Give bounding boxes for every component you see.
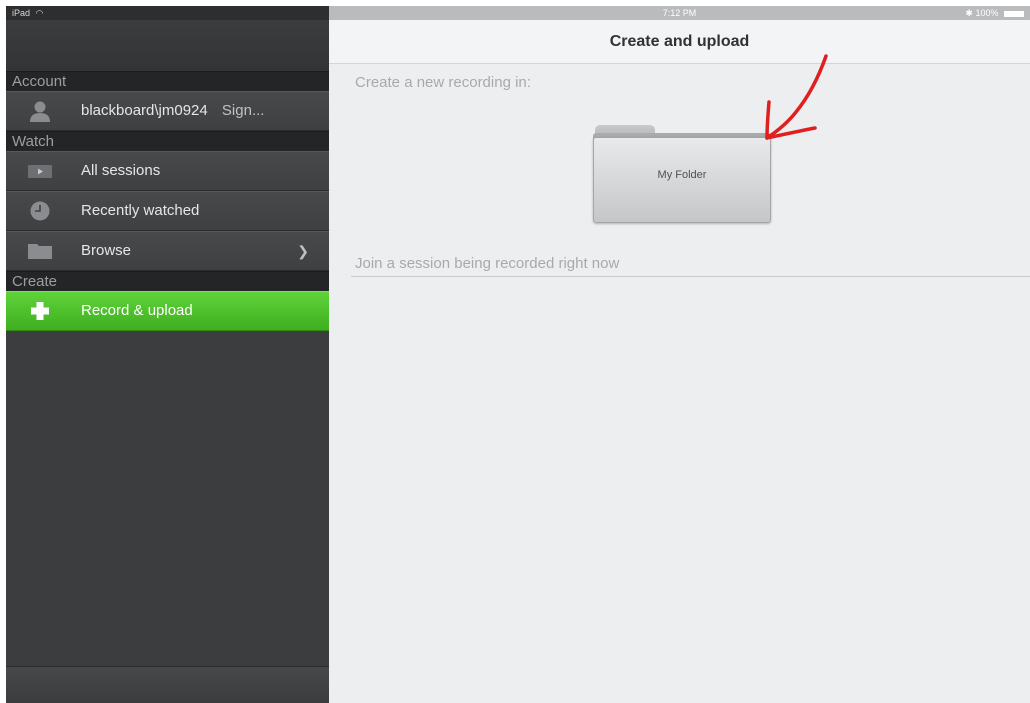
sidebar-status-bar: iPad ◠ bbox=[6, 6, 329, 20]
folder-icon bbox=[28, 244, 52, 259]
clock-icon bbox=[30, 201, 50, 221]
sidebar: iPad ◠ Account blackboard\jm0924 Sign...… bbox=[6, 6, 329, 703]
sidebar-bottom-bar bbox=[6, 666, 329, 703]
plus-icon bbox=[31, 302, 49, 320]
account-row[interactable]: blackboard\jm0924 Sign... bbox=[6, 91, 329, 131]
nav-bar: Create and upload bbox=[329, 20, 1030, 64]
sidebar-item-label: Recently watched bbox=[81, 202, 200, 219]
status-bar: 7:12 PM ✱ 100% bbox=[329, 6, 1030, 20]
sidebar-item-record-upload[interactable]: Record & upload bbox=[6, 291, 329, 331]
folder-label: My Folder bbox=[657, 169, 707, 181]
sidebar-item-all-sessions[interactable]: All sessions bbox=[6, 151, 329, 191]
wifi-icon: ◠ bbox=[35, 8, 44, 18]
my-folder-button[interactable]: My Folder bbox=[593, 125, 771, 223]
sidebar-item-label: All sessions bbox=[81, 162, 161, 179]
sidebar-item-browse[interactable]: Browse ❯ bbox=[6, 231, 329, 271]
page-title: Create and upload bbox=[609, 33, 750, 50]
sidebar-top-bar bbox=[6, 20, 329, 71]
sidebar-item-recently-watched[interactable]: Recently watched bbox=[6, 191, 329, 231]
chevron-right-icon: ❯ bbox=[297, 243, 309, 259]
battery-percent: 100% bbox=[975, 8, 999, 18]
section-header-account: Account bbox=[6, 71, 329, 91]
join-session-link[interactable]: Join a session being recorded right now bbox=[355, 255, 619, 272]
bluetooth-icon: ✱ bbox=[965, 8, 973, 18]
section-header-create: Create bbox=[6, 271, 329, 291]
battery-status: ✱ 100% bbox=[965, 6, 1024, 20]
user-icon bbox=[30, 101, 50, 122]
divider bbox=[351, 276, 1030, 277]
sidebar-item-label: Record & upload bbox=[81, 302, 193, 319]
new-recording-label: Create a new recording in: bbox=[355, 74, 531, 91]
section-header-watch: Watch bbox=[6, 131, 329, 151]
sidebar-item-label: Browse bbox=[81, 242, 132, 259]
red-arrow-annotation bbox=[765, 54, 828, 140]
account-username: blackboard\jm0924 Sign... bbox=[81, 92, 264, 130]
status-time: 7:12 PM bbox=[662, 8, 697, 18]
video-icon bbox=[28, 165, 52, 178]
battery-icon bbox=[1004, 10, 1024, 17]
main-panel: 7:12 PM ✱ 100% Create and upload Create … bbox=[329, 6, 1030, 703]
sign-out-link[interactable]: Sign... bbox=[222, 102, 265, 119]
device-name: iPad bbox=[12, 8, 31, 18]
account-label: blackboard\jm0924 bbox=[81, 102, 208, 119]
